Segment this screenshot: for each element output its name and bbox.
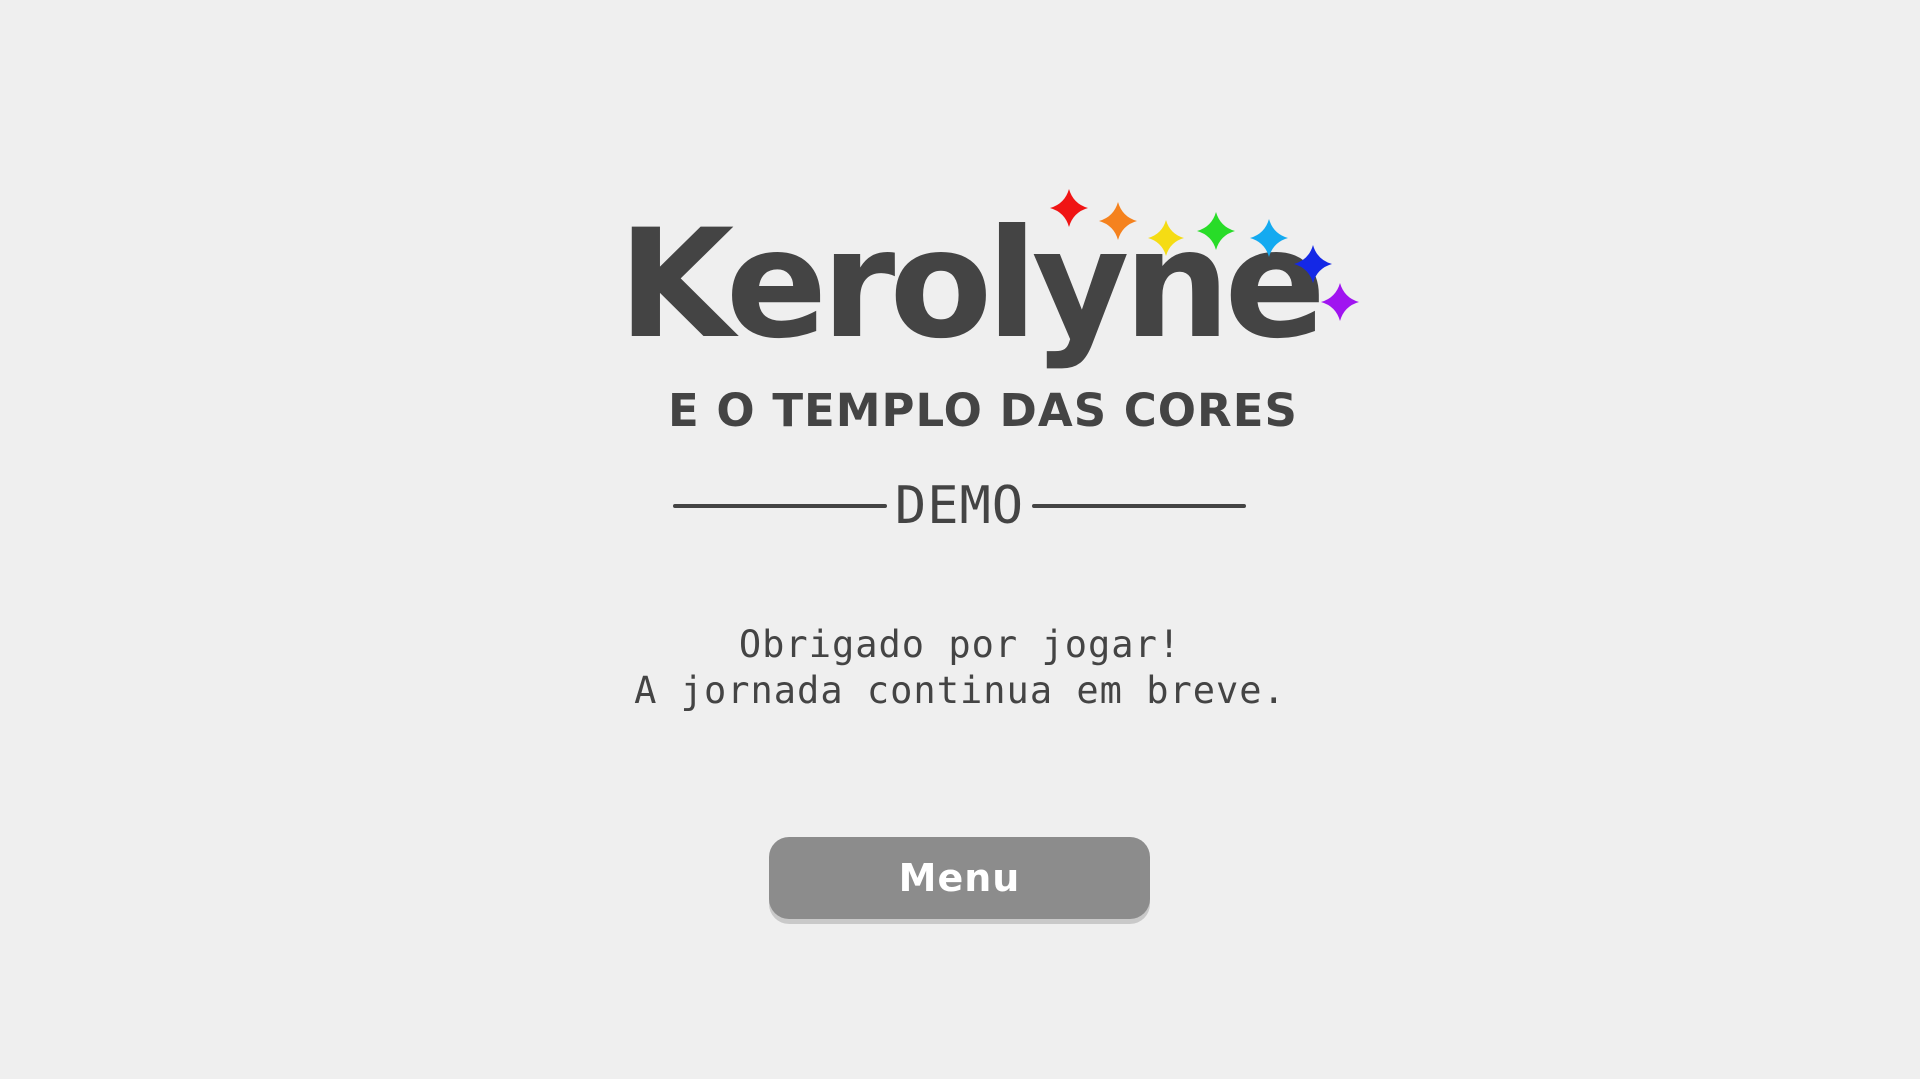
demo-divider-left xyxy=(673,504,887,508)
logo-subtitle: E O TEMPLO DAS CORES xyxy=(668,384,1298,437)
demo-divider-right xyxy=(1032,504,1247,508)
message-line-2: A jornada continua em breve. xyxy=(634,669,1286,712)
logo-title: Kerolyne xyxy=(618,198,1326,372)
menu-button[interactable]: Menu xyxy=(769,837,1150,919)
message-line-1: Obrigado por jogar! xyxy=(738,623,1182,666)
demo-label: DEMO xyxy=(894,476,1025,536)
demo-banner: DEMO xyxy=(673,476,1247,536)
menu-button-label: Menu xyxy=(898,856,1021,900)
thank-you-message: Obrigado por jogar! A jornada continua e… xyxy=(460,622,1460,714)
demo-end-screen: Kerolyne E O TEMPLO DAS CORES DEMO Obrig… xyxy=(0,0,1920,1079)
game-logo: Kerolyne E O TEMPLO DAS CORES xyxy=(600,170,1380,450)
